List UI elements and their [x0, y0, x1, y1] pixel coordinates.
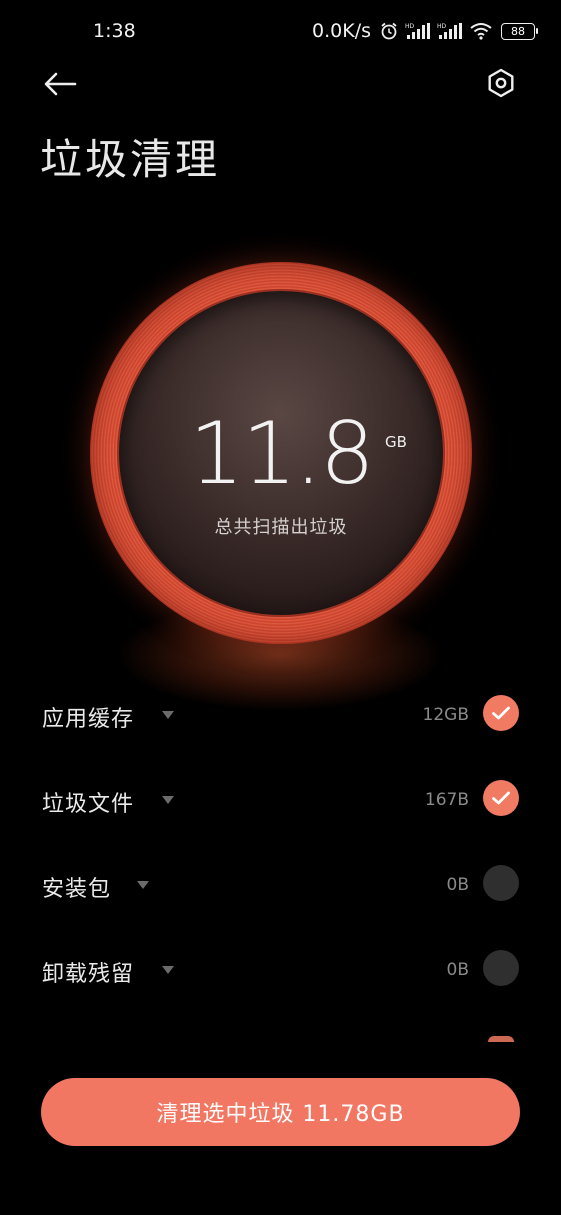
category-row-app-cache[interactable]: 应用缓存 12GB — [0, 683, 561, 743]
gauge-inner-circle: 11.8 GB 总共扫描出垃圾 — [119, 291, 443, 615]
chevron-down-icon[interactable] — [137, 881, 149, 889]
status-icons: 0.0K/s HD HD 88 — [312, 20, 538, 42]
category-size: 0B — [446, 875, 469, 895]
checkbox-checked[interactable] — [483, 780, 519, 816]
chevron-down-icon[interactable] — [162, 711, 174, 719]
total-junk-value: 11.8 — [189, 404, 374, 504]
checkmark-icon — [492, 791, 510, 805]
chevron-down-icon[interactable] — [162, 966, 174, 974]
arrow-left-icon — [43, 71, 77, 101]
total-junk-unit: GB — [385, 433, 407, 451]
checkbox-checked[interactable] — [483, 695, 519, 731]
status-bar: 1:38 0.0K/s HD HD 88 — [0, 0, 561, 64]
total-junk-label: 总共扫描出垃圾 — [214, 517, 348, 538]
svg-text:HD: HD — [405, 23, 415, 30]
category-size: 167B — [424, 790, 469, 810]
category-row-install-packages[interactable]: 安装包 0B — [0, 853, 561, 913]
category-row-junk-files[interactable]: 垃圾文件 167B — [0, 768, 561, 828]
page-title: 垃圾清理 — [40, 135, 221, 184]
category-size: 0B — [446, 960, 469, 980]
checkbox-unchecked[interactable] — [483, 865, 519, 901]
checkbox-unchecked[interactable] — [483, 950, 519, 986]
category-row-uninstall-residue[interactable]: 卸载残留 0B — [0, 938, 561, 998]
hd-signal-icon: HD — [405, 22, 431, 40]
category-name: 卸载残留 — [42, 962, 135, 987]
category-name: 垃圾文件 — [42, 792, 135, 817]
battery-icon: 88 — [501, 22, 538, 40]
svg-text:HD: HD — [437, 23, 447, 30]
partially-hidden-checkbox — [488, 1036, 514, 1042]
battery-level: 88 — [511, 24, 525, 38]
checkmark-icon — [492, 706, 510, 720]
alarm-icon — [379, 21, 399, 41]
category-size: 12GB — [422, 705, 469, 725]
wifi-icon — [469, 22, 493, 40]
junk-size-gauge: 11.8 GB 总共扫描出垃圾 — [90, 262, 472, 644]
chevron-down-icon[interactable] — [162, 796, 174, 804]
hexagon-settings-icon — [486, 68, 516, 102]
network-speed: 0.0K/s — [312, 20, 371, 42]
back-button[interactable] — [40, 68, 80, 104]
clean-selected-button[interactable]: 清理选中垃圾 11.78GB — [41, 1078, 520, 1146]
category-name: 安装包 — [42, 877, 112, 902]
category-name: 应用缓存 — [42, 707, 135, 732]
hd-signal-icon-2: HD — [437, 22, 463, 40]
settings-button[interactable] — [482, 66, 520, 104]
status-time: 1:38 — [93, 20, 136, 42]
